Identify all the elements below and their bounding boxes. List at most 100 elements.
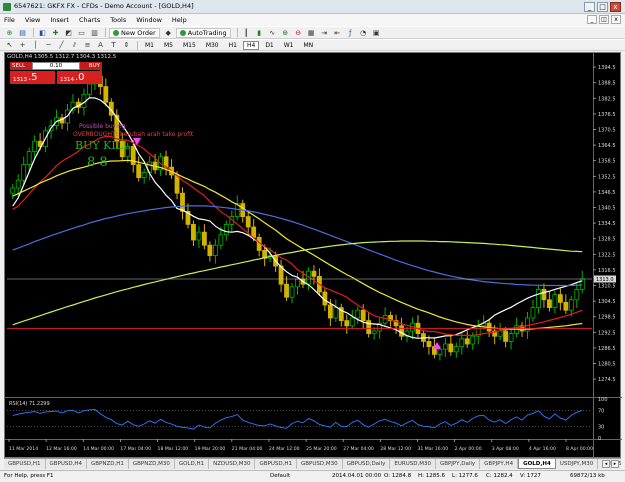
channel-icon[interactable]: ⫽ <box>69 40 80 50</box>
tab-gbpjpy-h4[interactable]: GBPJPY,H4 <box>480 459 519 469</box>
tab-usdjpy-m30[interactable]: USDJPY,M30 <box>556 459 599 469</box>
timeframe-m15[interactable]: M15 <box>179 41 200 50</box>
buy-price[interactable]: 1314.0 <box>57 71 102 84</box>
data-window-icon[interactable]: ✚ <box>50 28 61 38</box>
tab-gbpnzd-h1[interactable]: GBPNZD,H1 <box>87 459 129 469</box>
tile-windows-icon[interactable]: ▦ <box>306 28 317 38</box>
timeframe-mn[interactable]: MN <box>300 41 318 50</box>
tab-gbpjpy-daily[interactable]: GBPJPY,Daily <box>436 459 481 469</box>
menu-tools[interactable]: Tools <box>110 16 126 24</box>
profiles-icon[interactable]: ▤ <box>17 28 28 38</box>
mdi-minimize-button[interactable]: _ <box>587 15 597 24</box>
tab-scroll-left-icon[interactable]: ◂ <box>602 460 610 468</box>
menu-insert[interactable]: Insert <box>50 16 69 24</box>
new-chart-icon[interactable]: ⊕ <box>4 28 15 38</box>
sell-price-big: .5 <box>28 72 38 83</box>
new-order-button[interactable]: New Order <box>109 27 160 38</box>
text-label-icon[interactable]: T <box>108 40 119 50</box>
navigator-icon[interactable]: ◩ <box>63 28 74 38</box>
price-tick-label: 1310.5 <box>598 284 616 290</box>
annotation-overbought: OVERBOUGHT! berubah arah take profit <box>73 131 194 138</box>
mdi-restore-button[interactable]: ◫ <box>599 15 609 24</box>
close-button[interactable]: x <box>610 2 621 12</box>
templates-icon[interactable]: ▣ <box>371 28 382 38</box>
tab-gold-h1[interactable]: GOLD,H1 <box>175 459 210 469</box>
minimize-button[interactable]: _ <box>584 2 595 12</box>
candle-body <box>333 307 339 319</box>
standard-toolbar: ⊕ ▤ ◧ ✚ ◩ ▭ ▥ New Order ◆ AutoTrading ┃ … <box>0 26 625 39</box>
tab-gbpnzd-m30[interactable]: GBPNZD,M30 <box>129 459 175 469</box>
periods-icon[interactable]: ◔ <box>358 28 369 38</box>
sell-price[interactable]: 1313.5 <box>10 71 55 84</box>
price-tick-label: 1358.5 <box>598 159 616 165</box>
volume-input[interactable]: 0.10 <box>32 62 80 70</box>
zoom-out-icon[interactable]: ⊖ <box>293 28 304 38</box>
strategy-tester-icon[interactable]: ▥ <box>89 28 100 38</box>
menu-help[interactable]: Help <box>172 16 187 24</box>
time-tick-label: 17 Mar 04:00 <box>120 446 151 452</box>
chart-shift-icon[interactable]: ⇥ <box>319 28 330 38</box>
menu-file[interactable]: File <box>4 16 15 24</box>
mt4-app: 6547621: GKFX FX - CFDs - Demo Account -… <box>0 0 625 482</box>
candle-body <box>371 330 377 334</box>
cursor-icon[interactable]: ↖ <box>4 40 15 50</box>
chart-window-title: GOLD,H4 1305.5 1312.7 1304.3 1312.5 <box>7 54 117 60</box>
price-tick-label: 1286.5 <box>598 346 616 352</box>
menu-window[interactable]: Window <box>136 16 162 24</box>
current-price-label: 1313.0 <box>596 277 614 283</box>
candle-body <box>568 299 574 311</box>
tab-gbpusd-h1[interactable]: GBPUSD,H1 <box>4 459 46 469</box>
tab-scroll-right-icon[interactable]: ▸ <box>611 460 619 468</box>
candle-body <box>399 325 404 337</box>
fibonacci-icon[interactable]: ≡ <box>82 40 93 50</box>
timeframe-h4[interactable]: H4 <box>242 40 260 50</box>
timeframe-m30[interactable]: M30 <box>202 41 223 50</box>
price-tick-label: 1364.5 <box>598 143 616 149</box>
arrows-icon[interactable]: ⇕ <box>121 40 132 50</box>
tab-nzdusd-m30[interactable]: NZDUSD,M30 <box>209 459 256 469</box>
timeframe-w1[interactable]: W1 <box>280 41 298 50</box>
tab-gbpusd-h4[interactable]: GBPUSD,H4 <box>46 459 87 469</box>
timeframe-m1[interactable]: M1 <box>141 41 158 50</box>
chart-tab-strip: GBPUSD,H1 GBPUSD,H4 GBPNZD,H1 GBPNZD,M30… <box>4 458 621 469</box>
tab-gbpusd-h1-2[interactable]: GBPUSD,H1 <box>255 459 297 469</box>
tab-gold-h4[interactable]: GOLD,H4 <box>518 459 556 469</box>
candle-body <box>212 244 218 256</box>
candlestick-icon[interactable]: ▮ <box>254 28 265 38</box>
tab-gbpusd-daily[interactable]: GBPUSD,Daily <box>343 459 391 469</box>
window-controls: _ □ x <box>584 2 621 12</box>
price-tick-label: 1304.5 <box>598 299 616 305</box>
maximize-button[interactable]: □ <box>597 2 608 12</box>
market-watch-icon[interactable]: ◧ <box>37 28 48 38</box>
timeframe-d1[interactable]: D1 <box>261 41 277 50</box>
terminal-icon[interactable]: ▭ <box>76 28 87 38</box>
price-chart[interactable]: 1394.5 1388.5 1382.5 1376.5 1370.5 1364.5 1358… <box>5 53 622 459</box>
sell-button[interactable]: SELL <box>10 62 32 70</box>
buy-button[interactable]: BUY <box>80 62 102 70</box>
mdi-close-button[interactable]: x <box>611 15 621 24</box>
status-low: L: 1277.6 <box>452 473 478 479</box>
horizontal-line-icon[interactable]: ─ <box>43 40 54 50</box>
metaeditor-icon[interactable]: ◆ <box>163 28 174 38</box>
autotrading-button[interactable]: AutoTrading <box>175 27 231 38</box>
timeframe-h1[interactable]: H1 <box>225 41 241 50</box>
menu-charts[interactable]: Charts <box>79 16 100 24</box>
trendline-icon[interactable]: ╱ <box>56 40 67 50</box>
menu-view[interactable]: View <box>25 16 40 24</box>
app-icon <box>3 3 11 11</box>
chart-window[interactable]: 1394.5 1388.5 1382.5 1376.5 1370.5 1364.5 1358… <box>4 52 622 459</box>
zoom-in-icon[interactable]: ⊕ <box>280 28 291 38</box>
line-chart-icon[interactable]: ∿ <box>267 28 278 38</box>
candle-body <box>557 294 563 303</box>
bar-chart-icon[interactable]: ┃ <box>241 28 252 38</box>
timeframe-m5[interactable]: M5 <box>160 41 177 50</box>
crosshair-icon[interactable]: + <box>17 40 28 50</box>
time-tick-label: 21 Mar 04:00 <box>232 446 263 452</box>
time-tick-label: 14 Mar 00:00 <box>83 446 114 452</box>
text-icon[interactable]: A <box>95 40 106 50</box>
tab-eurusd-m30[interactable]: EURUSD,M30 <box>390 459 436 469</box>
tab-gbpusd-m30[interactable]: GBPUSD,M30 <box>297 459 343 469</box>
vertical-line-icon[interactable]: │ <box>30 40 41 50</box>
autoscroll-icon[interactable]: ⇤ <box>332 28 343 38</box>
indicators-icon[interactable]: ƒ <box>345 28 356 38</box>
